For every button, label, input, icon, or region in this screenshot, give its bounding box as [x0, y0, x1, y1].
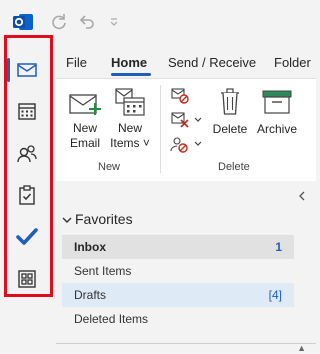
sync-icon[interactable] — [48, 11, 70, 33]
calendar-icon — [18, 103, 36, 120]
ribbon-home: New Email New Items ˅ New Delete Archive… — [56, 78, 316, 182]
mail-icon — [17, 63, 37, 77]
pane-divider — [56, 343, 316, 344]
folder-label: Deleted Items — [74, 312, 149, 326]
group-label-new: New — [98, 161, 121, 173]
tab-home[interactable]: Home — [111, 55, 147, 70]
nav-people-button[interactable] — [9, 136, 45, 172]
ignore-button[interactable] — [170, 87, 194, 107]
new-email-icon — [69, 94, 101, 115]
archive-label: Archive — [256, 122, 297, 136]
people-icon — [17, 145, 37, 163]
clean-up-button[interactable] — [170, 111, 206, 131]
collapse-pane-icon[interactable] — [298, 191, 306, 201]
scroll-up-icon[interactable]: ▲ — [297, 343, 306, 353]
chevron-down-icon — [194, 141, 202, 146]
outlook-logo-icon[interactable] — [12, 12, 34, 32]
chevron-down-icon — [194, 117, 202, 122]
folder-item-inbox[interactable]: Inbox 1 — [62, 235, 294, 259]
junk-icon — [170, 137, 188, 153]
favorites-label: Favorites — [75, 211, 133, 227]
junk-button[interactable] — [170, 135, 206, 155]
unread-count: 1 — [275, 240, 282, 254]
group-label-delete: Delete — [218, 161, 250, 173]
delete-label: Delete — [212, 122, 248, 136]
undo-icon[interactable] — [76, 11, 98, 33]
new-items-button[interactable]: New Items ˅ — [108, 85, 152, 155]
archive-icon — [262, 90, 292, 114]
new-items-label: New Items ˅ — [110, 121, 150, 150]
new-items-icon — [115, 88, 145, 116]
folder-pane: Favorites Inbox 1 Sent Items Drafts [4] … — [56, 181, 316, 354]
folder-label: Inbox — [74, 240, 106, 254]
module-navigation-bar — [0, 44, 56, 354]
group-separator — [160, 85, 161, 173]
nav-calendar-button[interactable] — [9, 93, 45, 129]
active-tab-indicator — [111, 73, 151, 76]
folder-item-drafts[interactable]: Drafts [4] — [62, 283, 294, 307]
new-email-label: New Email — [69, 121, 100, 150]
nav-todo-button[interactable] — [9, 218, 45, 254]
folder-item-deleted-items[interactable]: Deleted Items — [62, 307, 294, 331]
tab-file[interactable]: File — [66, 55, 87, 70]
folder-label: Drafts — [74, 288, 107, 302]
clipboard-check-icon — [19, 185, 35, 205]
ignore-icon — [171, 88, 189, 104]
archive-button[interactable]: Archive — [254, 85, 300, 155]
clean-up-icon — [171, 112, 189, 128]
tab-folder[interactable]: Folder — [274, 55, 311, 70]
nav-mail-button[interactable] — [7, 52, 45, 88]
ribbon-tabs: File Home Send / Receive Folder — [56, 44, 316, 78]
folder-label: Sent Items — [74, 264, 132, 278]
trash-icon — [221, 88, 239, 115]
favorites-header[interactable]: Favorites — [62, 211, 133, 227]
nav-tasks-button[interactable] — [9, 177, 45, 213]
nav-apps-button[interactable] — [9, 261, 45, 297]
customize-quick-access-icon[interactable] — [106, 11, 122, 33]
draft-count: [4] — [268, 288, 282, 302]
title-bar — [0, 0, 316, 44]
apps-grid-icon — [18, 270, 36, 288]
folder-item-sent-items[interactable]: Sent Items — [62, 259, 294, 283]
new-email-button[interactable]: New Email — [64, 85, 106, 155]
todo-check-icon — [16, 228, 38, 245]
delete-button[interactable]: Delete — [212, 85, 248, 155]
tab-send-receive[interactable]: Send / Receive — [168, 55, 256, 70]
chevron-down-icon — [62, 217, 72, 223]
